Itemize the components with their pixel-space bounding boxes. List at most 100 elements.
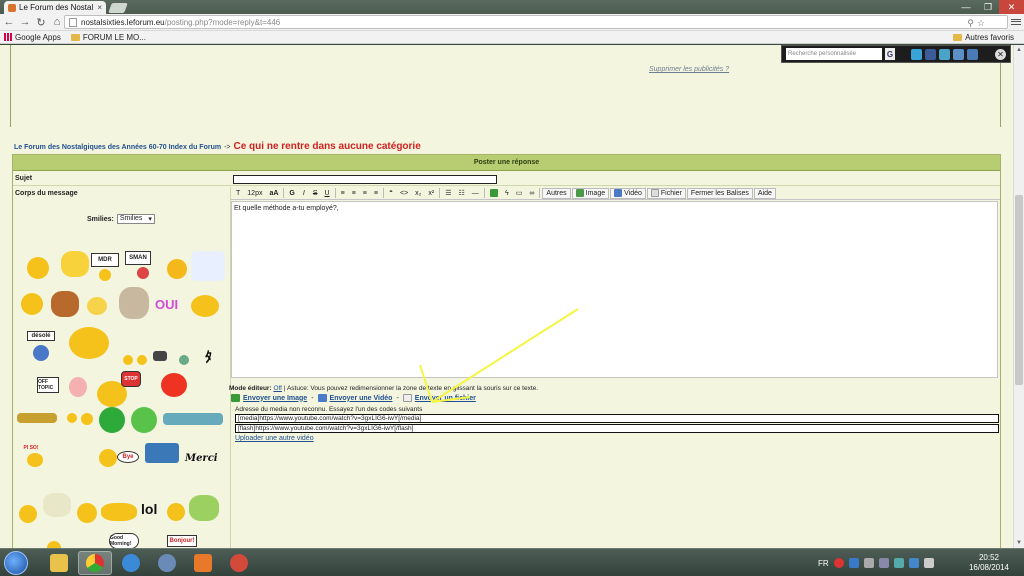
smiley-blush-icon[interactable] [69,377,87,397]
smiley-party-icon[interactable] [101,503,137,521]
smiley-small-1-icon[interactable] [123,355,133,365]
tray-icon-5[interactable] [893,558,904,568]
smiley-monkey-icon[interactable] [51,291,79,317]
smiley-group-icon[interactable] [17,413,57,423]
flash-icon[interactable]: ϟ [502,188,512,199]
smiley-off-topic-icon[interactable]: OFF TOPIC [37,377,59,393]
smiley-mdr-sign-icon[interactable]: MDR [91,253,119,267]
close-icon[interactable]: ✕ [995,48,1006,60]
back-icon[interactable]: ← [2,15,16,29]
taskbar-app[interactable] [150,551,184,575]
smiley-cat-icon[interactable] [119,287,149,319]
mail-icon[interactable] [967,48,978,60]
smiley-oui-icon[interactable]: OUI [155,297,178,312]
smiley-green-icon[interactable] [99,407,125,433]
breadcrumb-index-link[interactable]: Le Forum des Nostalgiques des Années 60-… [14,144,221,151]
quote-button[interactable]: “ [386,188,396,199]
smiley-sad-icon[interactable] [21,293,43,315]
text-case-button[interactable]: aA [266,188,281,199]
smiley-bonjour-icon[interactable]: Bonjour! [167,535,197,547]
taskbar-app-2[interactable] [222,551,256,575]
taskbar-chrome[interactable] [78,551,112,575]
smiley-desole-face-icon[interactable] [33,345,49,361]
help-button[interactable]: Aide [753,187,776,199]
smilies-dropdown[interactable]: Smilies ▾ [116,214,155,224]
smiley-sign-board-icon[interactable] [145,443,179,463]
spoiler-icon[interactable]: ▭ [513,188,526,199]
scroll-down-icon[interactable]: ▼ [1014,538,1024,548]
tray-icon-1[interactable] [833,558,844,568]
taskbar-ie[interactable] [114,551,148,575]
justify-icon[interactable]: ≡ [371,188,381,199]
smiley-merci-icon[interactable]: Merci [185,453,218,464]
table-icon[interactable] [487,188,501,199]
tab-close-icon[interactable]: × [97,3,102,12]
smiley-laugh-icon[interactable] [167,259,187,279]
font-color-icon[interactable]: T [233,188,243,199]
bullet-list-icon[interactable]: ☰ [442,188,454,199]
star-icon[interactable]: ☆ [977,18,985,29]
align-left-icon[interactable]: ≡ [338,188,348,199]
smiley-good-morning-icon[interactable]: Good Morning! [109,533,139,548]
smiley-chef-icon[interactable] [167,503,185,521]
smiley-smile-icon[interactable] [87,297,107,315]
mode-editor-toggle[interactable]: Off [273,385,282,392]
rss-icon[interactable] [953,48,964,60]
smiley-partial-icon[interactable] [47,541,61,548]
other-bookmarks[interactable]: Autres favoris [953,33,1014,42]
superscript-icon[interactable]: x² [425,188,437,199]
subscript-icon[interactable]: x₂ [412,188,424,199]
bookmark-forum[interactable]: FORUM LE MO... [70,33,146,42]
smiley-small-2-icon[interactable] [179,355,189,365]
align-center-icon[interactable]: ≡ [349,188,359,199]
bookmark-google-apps[interactable]: Google Apps [4,33,61,42]
window-close-button[interactable]: ✕ [999,0,1024,14]
align-right-icon[interactable]: ≡ [360,188,370,199]
share-icon[interactable] [939,48,950,60]
taskbar-explorer[interactable] [42,551,76,575]
smiley-bye-icon[interactable]: Bye [117,451,139,463]
scroll-thumb[interactable] [1015,195,1023,385]
smiley-question-icon[interactable] [137,355,147,365]
smiley-green-grin-icon[interactable] [131,407,157,433]
smiley-shocked-icon[interactable] [77,503,97,523]
taskbar-media[interactable] [186,551,220,575]
smiley-stop-icon[interactable]: STOP [121,371,141,387]
smiley-pi-so-face-icon[interactable] [27,453,43,467]
google-search-button[interactable]: G [885,48,895,60]
tray-icon-2[interactable] [848,558,859,568]
taskbar-clock[interactable]: 20:52 16/08/2014 [964,553,1014,573]
smiley-wink-icon[interactable] [191,295,219,317]
smiley-desole-sign-icon[interactable]: désolé [27,331,55,341]
smiley-bye-face-icon[interactable] [99,449,117,467]
smiley-clock-icon[interactable] [43,493,71,517]
address-bar[interactable]: nostalsixties.leforum.eu /posting.php?mo… [64,15,1008,29]
smiley-dance-icon[interactable]: ﾀ [205,347,212,367]
smiley-flowers-icon[interactable] [189,495,219,521]
flash-code-input[interactable]: [flash]https://www.youtube.com/watch?v=3… [235,424,999,433]
smiley-tiny-icon[interactable] [67,413,77,423]
numbered-list-icon[interactable]: ☷ [456,188,468,199]
send-file-link[interactable]: Envoyer un fichier [415,395,476,402]
language-indicator[interactable]: FR [818,559,829,568]
window-minimize-button[interactable]: — [955,0,977,14]
smiley-row-icon[interactable] [163,413,223,425]
smiley-big-grin-icon[interactable] [69,327,109,359]
italic-button[interactable]: I [299,188,309,199]
subject-input[interactable] [233,175,497,184]
message-textarea[interactable]: Et quelle méthode a-tu employé?, [231,201,998,378]
home-icon[interactable]: ⌂ [50,15,64,29]
volume-icon[interactable] [923,558,934,568]
smiley-sign-holder-icon[interactable] [137,267,149,279]
file-button[interactable]: Fichier [646,187,686,199]
smiley-pi-so-icon[interactable]: PI SO! [21,443,41,453]
font-size-button[interactable]: 12px [244,188,265,199]
image-button[interactable]: Image [571,187,610,199]
strike-button[interactable]: S [310,188,321,199]
smiley-angry-icon[interactable] [81,413,93,425]
smiley-sign-icon[interactable]: SMAN [125,251,151,265]
smiley-happy-icon[interactable] [19,505,37,523]
smiley-thumbs-icon[interactable] [27,257,49,279]
media-code-input[interactable]: [media]https://www.youtube.com/watch?v=3… [235,414,999,423]
bold-button[interactable]: G [286,188,297,199]
